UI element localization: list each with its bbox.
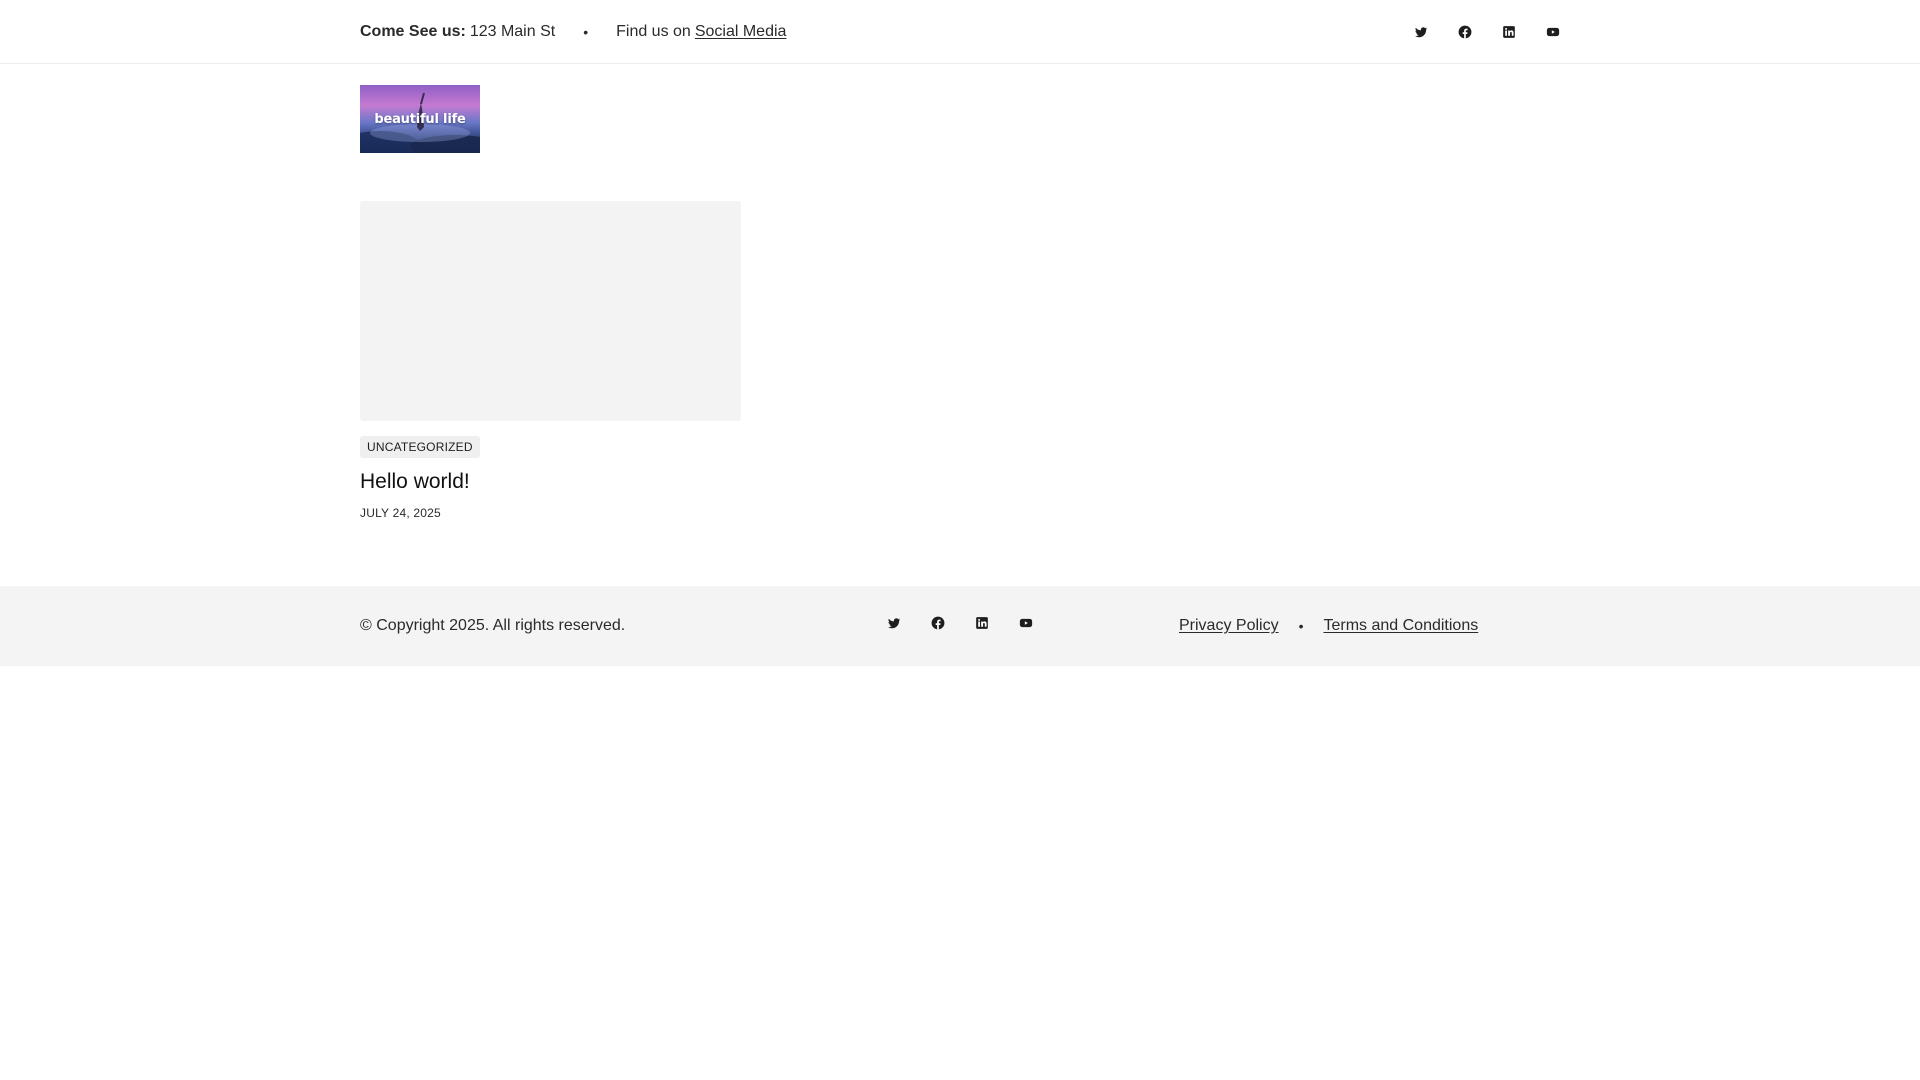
social-media-link[interactable]: Social Media (695, 23, 787, 41)
top-bar-separator: • (583, 24, 589, 40)
linkedin-icon[interactable] (975, 616, 989, 630)
post-category-badge[interactable]: Uncategorized (360, 436, 480, 458)
top-bar-inner: Come See us: 123 Main St • Find us on So… (360, 0, 1560, 64)
terms-and-conditions-link[interactable]: Terms and Conditions (1323, 617, 1478, 635)
header-social-icons (1414, 25, 1560, 39)
footer-copyright: © Copyright 2025. All rights reserved. (360, 617, 626, 634)
address-label: Come See us: (360, 23, 466, 40)
address-value: 123 Main St (469, 23, 556, 40)
social-prefix: Find us on (616, 23, 691, 40)
footer-social-icons (887, 616, 1033, 630)
site-footer: © Copyright 2025. All rights reserved. P… (0, 586, 1920, 666)
twitter-icon[interactable] (1414, 25, 1428, 39)
facebook-icon[interactable] (1458, 25, 1472, 39)
footer-links: Privacy Policy • Terms and Conditions (1179, 586, 1478, 666)
facebook-icon[interactable] (931, 616, 945, 630)
top-bar: Come See us: 123 Main St • Find us on So… (0, 0, 1920, 64)
footer-links-separator: • (1298, 618, 1304, 634)
twitter-icon[interactable] (887, 616, 901, 630)
logo-text: beautiful life (374, 112, 466, 127)
post-title[interactable]: Hello world! (360, 470, 741, 494)
site-logo[interactable]: beautiful life (360, 85, 480, 153)
top-bar-info: Come See us: 123 Main St • Find us on So… (360, 23, 786, 41)
post-card: Uncategorized Hello world! July 24, 2025 (360, 201, 741, 520)
youtube-icon[interactable] (1019, 616, 1033, 630)
privacy-policy-link[interactable]: Privacy Policy (1179, 617, 1279, 635)
linkedin-icon[interactable] (1502, 25, 1516, 39)
post-thumbnail[interactable] (360, 201, 741, 421)
youtube-icon[interactable] (1546, 25, 1560, 39)
post-date: July 24, 2025 (360, 506, 441, 520)
